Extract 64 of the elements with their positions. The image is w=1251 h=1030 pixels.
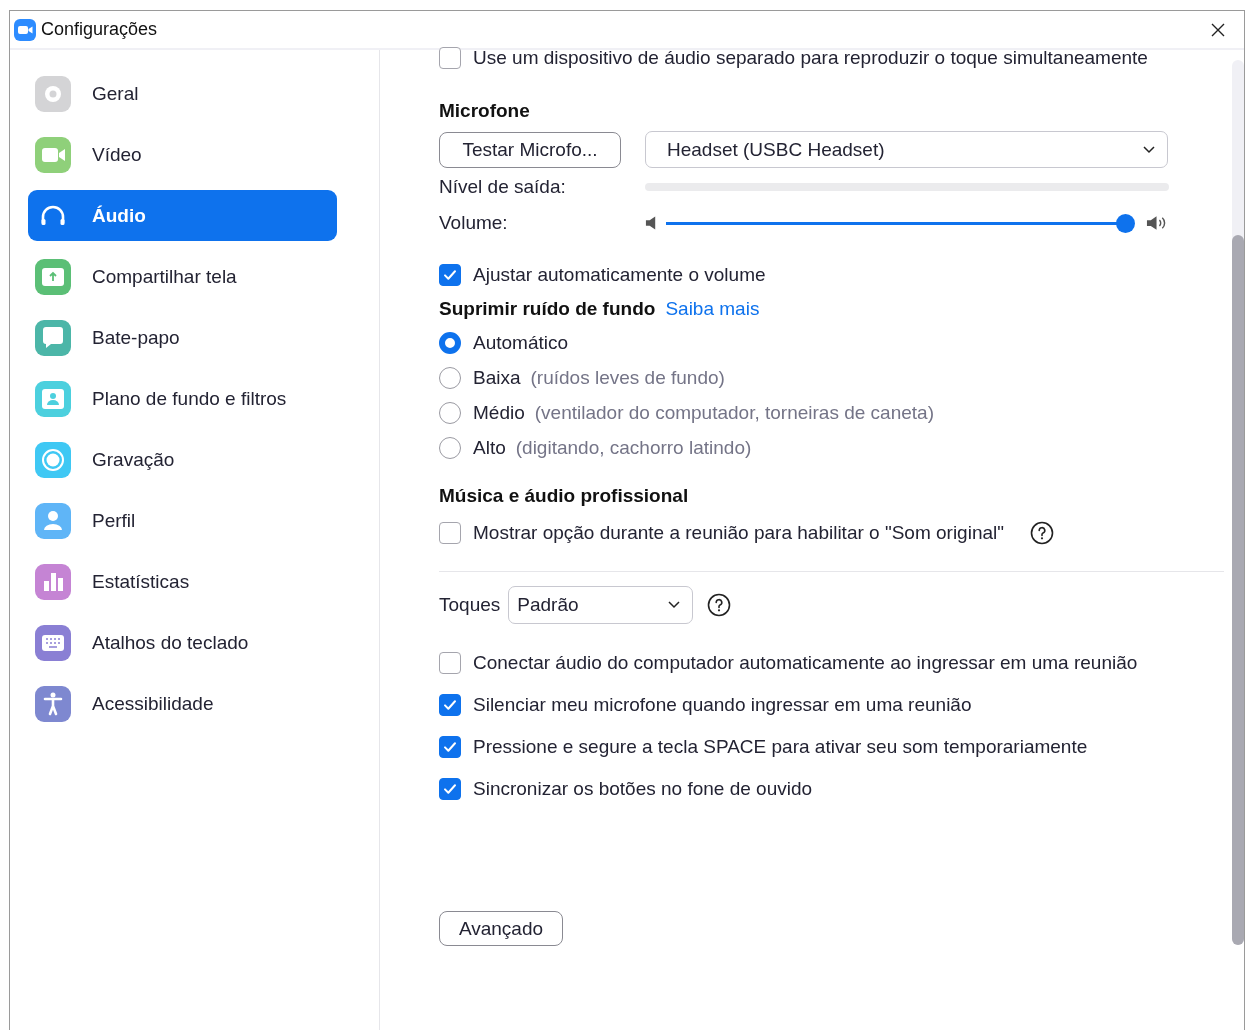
keyboard-icon xyxy=(35,624,71,661)
option-hint: (ruídos leves de fundo) xyxy=(530,367,725,389)
chevron-icon xyxy=(668,601,681,609)
sidebar-item[interactable]: Acessibilidade xyxy=(28,678,337,729)
section-heading: Microfone xyxy=(439,100,530,122)
profile-icon xyxy=(35,502,71,539)
option-label: Conectar áudio do computador automaticamente ao ingressar em uma reunião xyxy=(473,652,1138,674)
bar-chart-icon xyxy=(35,563,71,600)
section-heading: Suprimir ruído de fundo xyxy=(439,298,656,320)
option-label: Silenciar meu microfone quando ingressar em uma reunião xyxy=(473,694,972,716)
volume-thumb[interactable] xyxy=(1116,213,1135,233)
checkbox[interactable] xyxy=(439,736,461,758)
share-screen-icon xyxy=(35,258,71,295)
checkbox[interactable] xyxy=(439,778,461,800)
accessibility-icon xyxy=(35,685,71,722)
sidebar-item[interactable]: Áudio xyxy=(28,190,337,241)
section-heading: Música e áudio profissional xyxy=(439,485,689,507)
background-person-icon xyxy=(35,380,71,417)
advanced-button[interactable]: Avançado xyxy=(439,911,563,946)
option-hint: (digitando, cachorro latindo) xyxy=(515,437,752,459)
ringtones-label: Toques xyxy=(439,594,501,616)
close-icon[interactable] xyxy=(1211,22,1225,37)
option-label: Mostrar opção durante a reunião para habilitar o "Som original" xyxy=(473,522,1004,544)
volume-slider[interactable] xyxy=(666,213,1136,233)
sidebar-item[interactable]: Compartilhar tela xyxy=(28,251,337,302)
sidebar-item[interactable]: Atalhos do teclado xyxy=(28,617,337,668)
option-label: Sincronizar os botões no fone de ouvido xyxy=(473,778,813,800)
scrollbar[interactable] xyxy=(1232,60,1244,945)
checkbox[interactable] xyxy=(439,694,461,716)
help-icon[interactable] xyxy=(707,593,732,617)
sidebar-item[interactable]: Plano de fundo e filtros xyxy=(28,373,337,424)
chat-bubble-icon xyxy=(35,319,71,356)
sidebar-item[interactable]: Gravação xyxy=(28,434,337,485)
option-label: Alto xyxy=(473,437,506,459)
help-icon[interactable] xyxy=(1030,521,1054,545)
option-label: Automático xyxy=(473,332,569,354)
sidebar-item[interactable]: Geral xyxy=(28,68,337,119)
option-hint: (ventilador do computador, torneiras de caneta) xyxy=(534,402,934,424)
option-label: Médio xyxy=(473,402,525,424)
window-title: Configurações xyxy=(41,19,158,40)
sidebar-item[interactable]: Perfil xyxy=(28,495,337,546)
option-label: Pressione e segure a tecla SPACE para ativar seu som temporariamente xyxy=(473,736,1088,758)
checkbox[interactable] xyxy=(439,652,461,674)
record-icon xyxy=(35,441,71,478)
learn-more-link[interactable]: Saiba mais xyxy=(665,298,760,320)
output-level-label: Nível de saída: xyxy=(439,176,567,198)
speaker-low-icon xyxy=(645,215,658,231)
device-dropdown[interactable]: Headset (USBC Headset) xyxy=(645,131,1168,168)
checkbox[interactable] xyxy=(439,47,461,69)
test-microphone-button[interactable]: Testar Microfo... xyxy=(439,131,621,168)
app-logo-icon xyxy=(14,18,36,41)
chevron-icon xyxy=(1143,145,1155,154)
sidebar-item[interactable]: Bate-papo xyxy=(28,312,337,363)
option-label: Baixa xyxy=(473,367,521,389)
option-label: Use um dispositivo de áudio separado para reproduzir o toque simultaneamente xyxy=(473,47,1148,69)
ringtone-dropdown[interactable]: Padrão xyxy=(508,586,694,624)
checkbox[interactable] xyxy=(439,264,461,286)
video-camera-icon xyxy=(35,136,71,173)
checkbox[interactable] xyxy=(439,522,461,544)
volume-label: Volume: xyxy=(439,212,509,234)
sidebar-item[interactable]: Vídeo xyxy=(28,129,337,180)
option-label: Ajustar automaticamente o volume xyxy=(473,264,766,286)
radio-button[interactable] xyxy=(439,332,461,354)
sidebar-item[interactable]: Estatísticas xyxy=(28,556,337,607)
